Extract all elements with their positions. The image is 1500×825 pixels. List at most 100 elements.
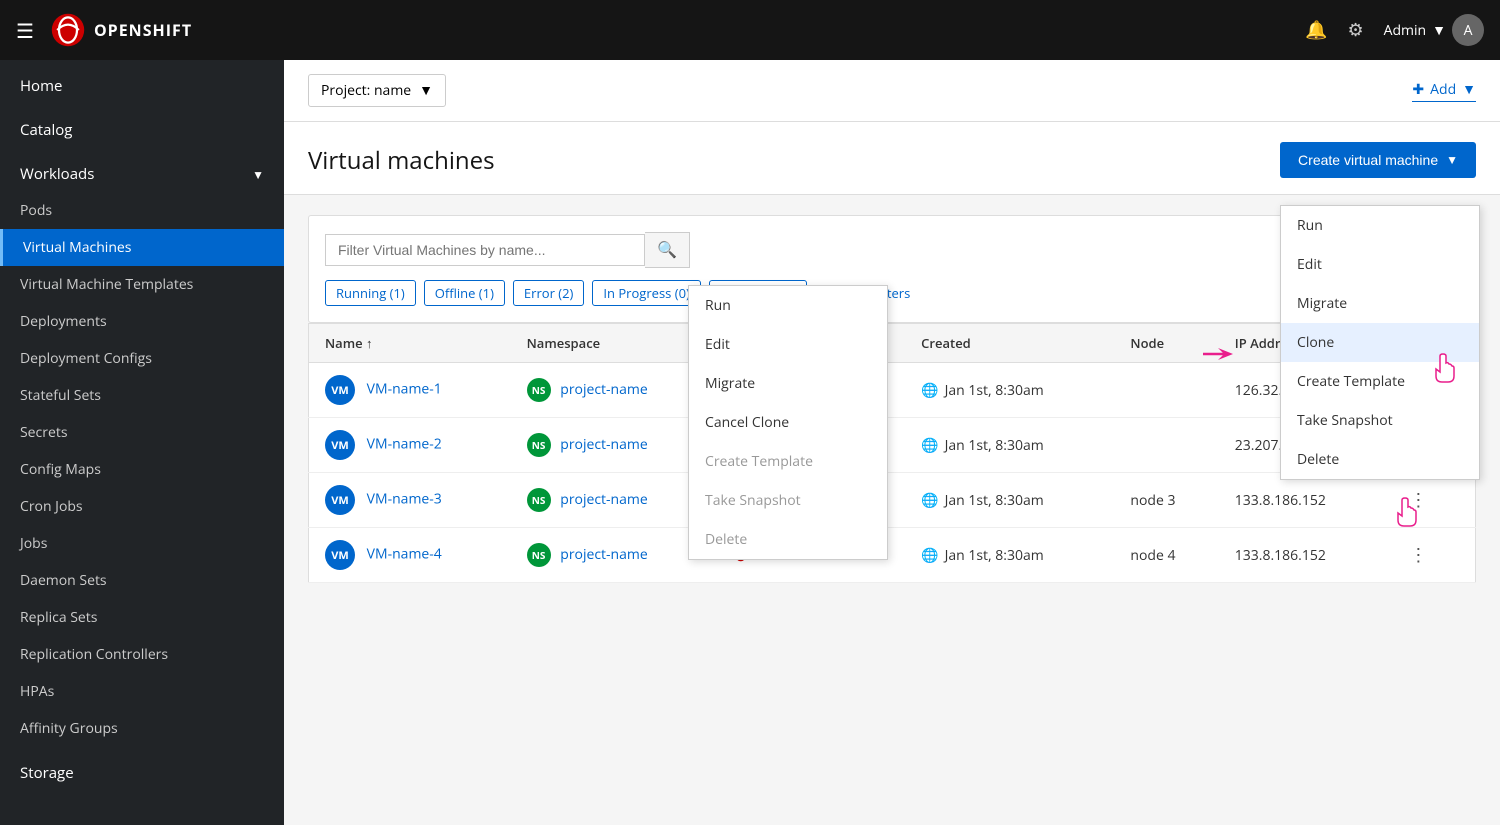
sidebar-item-config-maps[interactable]: Config Maps — [0, 451, 284, 488]
sidebar-item-hpas[interactable]: HPAs — [0, 673, 284, 710]
ctx-right-delete[interactable]: Delete — [1281, 440, 1479, 479]
sidebar-workloads[interactable]: Workloads ▼ — [0, 148, 284, 192]
context-menu-left: RunEditMigrateCancel CloneCreate Templat… — [688, 285, 888, 560]
col-node: Node — [1114, 324, 1218, 363]
chevron-down-icon: ▼ — [1432, 21, 1446, 40]
plus-icon: ✚ — [1412, 80, 1424, 99]
sidebar-item-virtual-machines[interactable]: Virtual Machines — [0, 229, 284, 266]
search-input[interactable] — [325, 234, 645, 266]
cell-namespace: NS project-name — [511, 418, 718, 473]
cell-node — [1114, 363, 1218, 418]
search-button[interactable]: 🔍 — [645, 232, 690, 268]
globe-icon: 🌐 — [921, 381, 938, 400]
ctx-left-run[interactable]: Run — [689, 286, 887, 325]
sidebar-item-stateful-sets[interactable]: Stateful Sets — [0, 377, 284, 414]
cell-name: VM VM-name-1 — [309, 363, 511, 418]
col-namespace: Namespace — [511, 324, 718, 363]
ns-link[interactable]: project-name — [560, 380, 648, 399]
sidebar-catalog[interactable]: Catalog — [0, 104, 284, 148]
create-vm-button[interactable]: Create virtual machine ▼ — [1280, 142, 1476, 178]
filter-chip-offline-1[interactable]: Offline (1) — [424, 280, 505, 306]
vm-name-link[interactable]: VM-name-3 — [367, 490, 442, 509]
sidebar-item-replication-controllers[interactable]: Replication Controllers — [0, 636, 284, 673]
sidebar-item-replica-sets[interactable]: Replica Sets — [0, 599, 284, 636]
filter-chip-running-1[interactable]: Running (1) — [325, 280, 416, 306]
ctx-left-take-snapshot: Take Snapshot — [689, 481, 887, 520]
admin-label: Admin — [1384, 21, 1427, 40]
notification-icon[interactable]: 🔔 — [1305, 18, 1327, 42]
sidebar-item-pods[interactable]: Pods — [0, 192, 284, 229]
ctx-right-edit[interactable]: Edit — [1281, 245, 1479, 284]
sidebar-item-secrets[interactable]: Secrets — [0, 414, 284, 451]
sidebar-item-deployment-configs[interactable]: Deployment Configs — [0, 340, 284, 377]
topnav: ☰ OPENSHIFT 🔔 ⚙ Admin ▼ A — [0, 0, 1500, 60]
cell-name: VM VM-name-2 — [309, 418, 511, 473]
ns-badge: NS — [527, 433, 551, 457]
brand-text: OPENSHIFT — [94, 19, 192, 41]
cell-created: 🌐Jan 1st, 8:30am — [905, 418, 1114, 473]
redhat-logo-icon — [50, 12, 86, 48]
ctx-right-clone[interactable]: Clone — [1281, 323, 1479, 362]
sidebar-items: PodsVirtual MachinesVirtual Machine Temp… — [0, 192, 284, 747]
globe-icon: 🌐 — [921, 546, 938, 565]
globe-icon: 🌐 — [921, 491, 938, 510]
vm-name-link[interactable]: VM-name-4 — [367, 545, 442, 564]
create-vm-caret-icon: ▼ — [1446, 153, 1458, 167]
vm-name-link[interactable]: VM-name-2 — [367, 435, 442, 454]
project-chevron-icon: ▼ — [419, 81, 433, 100]
settings-icon[interactable]: ⚙ — [1348, 18, 1364, 42]
ctx-left-cancel-clone[interactable]: Cancel Clone — [689, 403, 887, 442]
chevron-down-icon: ▼ — [252, 166, 264, 183]
user-menu[interactable]: Admin ▼ A — [1384, 14, 1484, 46]
cell-node — [1114, 418, 1218, 473]
sidebar-item-deployments[interactable]: Deployments — [0, 303, 284, 340]
project-label: Project: name — [321, 81, 411, 100]
project-selector[interactable]: Project: name ▼ — [308, 74, 446, 107]
cell-created: 🌐Jan 1st, 8:30am — [905, 363, 1114, 418]
sidebar-item-jobs[interactable]: Jobs — [0, 525, 284, 562]
create-vm-label: Create virtual machine — [1298, 152, 1438, 168]
filter-chip-in-progress-0[interactable]: In Progress (0) — [592, 280, 700, 306]
globe-icon: 🌐 — [921, 436, 938, 455]
ns-link[interactable]: project-name — [560, 490, 648, 509]
avatar: A — [1452, 14, 1484, 46]
cell-created: 🌐Jan 1st, 8:30am — [905, 473, 1114, 528]
ctx-right-take-snapshot[interactable]: Take Snapshot — [1281, 401, 1479, 440]
filter-chip-error-2[interactable]: Error (2) — [513, 280, 584, 306]
cell-node: node 3 — [1114, 473, 1218, 528]
sidebar-item-cron-jobs[interactable]: Cron Jobs — [0, 488, 284, 525]
add-button[interactable]: ✚ Add ▼ — [1412, 80, 1476, 102]
sidebar-item-daemon-sets[interactable]: Daemon Sets — [0, 562, 284, 599]
ctx-left-delete: Delete — [689, 520, 887, 559]
table-row: VM VM-name-4 NS project-name ⊗ Pod Error… — [309, 528, 1476, 583]
sidebar-storage[interactable]: Storage — [0, 747, 284, 791]
table-row: VM VM-name-3 NS project-name ↺ Cloning 🌐… — [309, 473, 1476, 528]
cell-kebab: ⋮ — [1385, 473, 1475, 528]
col-created: Created — [905, 324, 1114, 363]
ctx-right-create-template[interactable]: Create Template — [1281, 362, 1479, 401]
hamburger-icon[interactable]: ☰ — [16, 17, 34, 44]
sidebar-item-affinity-groups[interactable]: Affinity Groups — [0, 710, 284, 747]
cell-namespace: NS project-name — [511, 363, 718, 418]
vm-badge: VM — [325, 430, 355, 460]
ctx-right-migrate[interactable]: Migrate — [1281, 284, 1479, 323]
ns-link[interactable]: project-name — [560, 435, 648, 454]
cell-ip: 133.8.186.152 — [1219, 528, 1386, 583]
ns-link[interactable]: project-name — [560, 545, 648, 564]
ctx-left-edit[interactable]: Edit — [689, 325, 887, 364]
sidebar-item-vm-templates[interactable]: Virtual Machine Templates — [0, 266, 284, 303]
kebab-button[interactable]: ⋮ — [1401, 488, 1435, 513]
brand-logo: OPENSHIFT — [50, 12, 192, 48]
sidebar-home[interactable]: Home — [0, 60, 284, 104]
cell-node: node 4 — [1114, 528, 1218, 583]
add-label: Add — [1430, 80, 1456, 99]
vm-name-link[interactable]: VM-name-1 — [367, 380, 442, 399]
ctx-left-migrate[interactable]: Migrate — [689, 364, 887, 403]
topnav-right: 🔔 ⚙ Admin ▼ A — [1305, 14, 1484, 46]
context-menu-right: RunEditMigrateCloneCreate TemplateTake S… — [1280, 205, 1480, 480]
ns-badge: NS — [527, 488, 551, 512]
ctx-right-run[interactable]: Run — [1281, 206, 1479, 245]
kebab-button[interactable]: ⋮ — [1401, 543, 1435, 568]
ns-badge: NS — [527, 543, 551, 567]
vm-badge: VM — [325, 375, 355, 405]
